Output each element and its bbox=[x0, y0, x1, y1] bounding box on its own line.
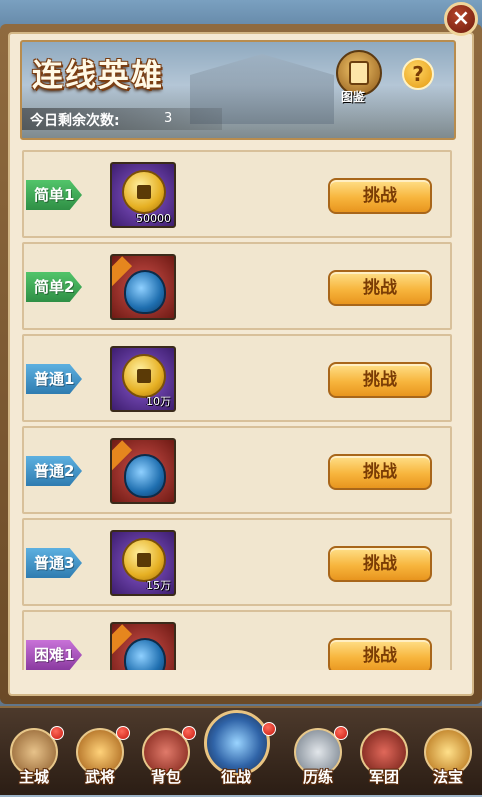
reward-item[interactable] bbox=[110, 254, 176, 320]
event-banner: 连线英雄 今日剩余次数: 3 图鉴 ? bbox=[20, 40, 456, 140]
level-row: 简单2 挑战 bbox=[22, 242, 452, 330]
copper-coin-icon bbox=[122, 170, 166, 214]
nav-training[interactable]: 历练 bbox=[288, 708, 348, 797]
level-tag: 困难1 bbox=[26, 640, 82, 670]
reward-item[interactable]: 50000 bbox=[110, 162, 176, 228]
nav-backpack[interactable]: 背包 bbox=[136, 708, 196, 797]
level-tag: 简单2 bbox=[26, 272, 82, 302]
close-button[interactable]: × bbox=[444, 2, 478, 36]
nav-label: 主城 bbox=[18, 768, 49, 786]
level-row: 普通1 10万 挑战 bbox=[22, 334, 452, 422]
lucky-bag-icon bbox=[124, 454, 166, 498]
reward-item[interactable] bbox=[110, 438, 176, 504]
challenge-button[interactable]: 挑战 bbox=[328, 546, 432, 582]
codex-label[interactable]: 图鉴 bbox=[341, 88, 365, 105]
reward-item[interactable] bbox=[110, 622, 176, 670]
nav-main-city[interactable]: 主城 bbox=[4, 708, 64, 797]
reward-quantity: 50000 bbox=[136, 212, 171, 225]
nav-label: 法宝 bbox=[432, 768, 463, 786]
challenge-button[interactable]: 挑战 bbox=[328, 270, 432, 306]
level-list[interactable]: 简单1 50000 挑战 简单2 挑战 普通1 10万 挑战 普通2 挑战 普通… bbox=[20, 150, 456, 670]
lucky-bag-icon bbox=[124, 270, 166, 314]
nav-label: 历练 bbox=[302, 768, 333, 786]
challenge-button[interactable]: 挑战 bbox=[328, 362, 432, 398]
nav-treasure[interactable]: 法宝 bbox=[418, 708, 478, 797]
book-glyph-icon bbox=[349, 61, 369, 85]
reward-item[interactable]: 10万 bbox=[110, 346, 176, 412]
nav-label: 军团 bbox=[368, 768, 399, 786]
challenge-button[interactable]: 挑战 bbox=[328, 454, 432, 490]
level-row: 普通3 15万 挑战 bbox=[22, 518, 452, 606]
reward-quantity: 15万 bbox=[146, 579, 171, 592]
copper-coin-icon bbox=[122, 538, 166, 582]
reward-item[interactable]: 15万 bbox=[110, 530, 176, 596]
notification-dot bbox=[334, 726, 348, 740]
level-tag: 简单1 bbox=[26, 180, 82, 210]
nav-label: 背包 bbox=[150, 768, 181, 786]
level-row: 简单1 50000 挑战 bbox=[22, 150, 452, 238]
level-tag: 普通3 bbox=[26, 548, 82, 578]
level-tag: 普通1 bbox=[26, 364, 82, 394]
level-row: 普通2 挑战 bbox=[22, 426, 452, 514]
copper-coin-icon bbox=[122, 354, 166, 398]
nav-generals[interactable]: 武将 bbox=[70, 708, 130, 797]
nav-label: 征战 bbox=[220, 768, 251, 786]
notification-dot bbox=[262, 722, 276, 736]
level-tag: 普通2 bbox=[26, 456, 82, 486]
remaining-count-label: 今日剩余次数: bbox=[30, 113, 120, 129]
reward-quantity: 10万 bbox=[146, 395, 171, 408]
event-title: 连线英雄 bbox=[32, 58, 164, 94]
lucky-bag-icon bbox=[124, 638, 166, 670]
level-row: 困难1 挑战 bbox=[22, 610, 452, 670]
notification-dot bbox=[116, 726, 130, 740]
challenge-button[interactable]: 挑战 bbox=[328, 638, 432, 670]
nav-label: 武将 bbox=[84, 768, 115, 786]
nav-legion[interactable]: 军团 bbox=[354, 708, 414, 797]
help-icon[interactable]: ? bbox=[402, 58, 434, 90]
bottom-navigation: 主城 武将 背包 征战 历练 军团 法宝 bbox=[0, 706, 482, 795]
notification-dot bbox=[50, 726, 64, 740]
remaining-count-value: 3 bbox=[164, 111, 173, 126]
nav-campaign[interactable]: 征战 bbox=[204, 708, 276, 797]
notification-dot bbox=[182, 726, 196, 740]
challenge-button[interactable]: 挑战 bbox=[328, 178, 432, 214]
